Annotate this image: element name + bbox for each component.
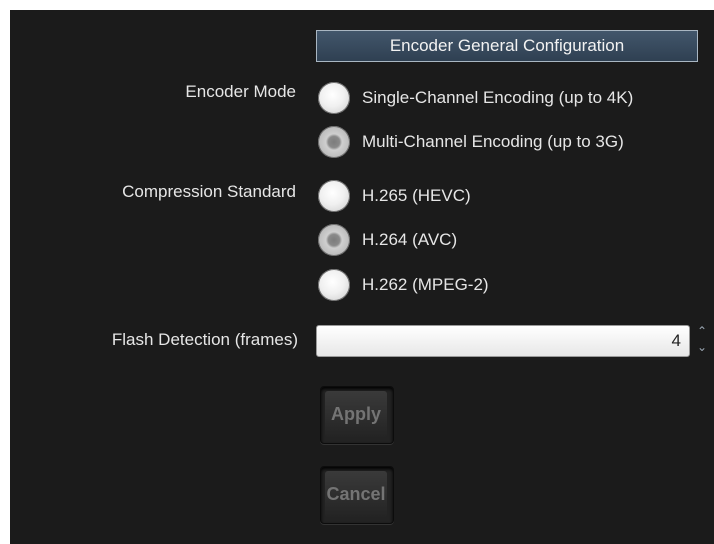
radio-label: H.265 (HEVC)	[362, 186, 471, 205]
radio-button-icon[interactable]	[318, 82, 350, 114]
apply-button[interactable]: Apply	[320, 386, 394, 444]
encoder-config-panel: Encoder General Configuration Encoder Mo…	[10, 10, 714, 544]
radio-button-selected-icon[interactable]	[318, 126, 350, 158]
section-title: Encoder General Configuration	[316, 30, 698, 62]
radio-h265[interactable]: H.265 (HEVC)	[318, 180, 714, 214]
radio-button-icon[interactable]	[318, 269, 350, 301]
flash-detection-label: Flash Detection (frames)	[111, 330, 298, 349]
cancel-button[interactable]: Cancel	[320, 466, 394, 524]
radio-h262[interactable]: H.262 (MPEG-2)	[318, 269, 714, 303]
encoder-mode-label: Encoder Mode	[185, 82, 296, 101]
radio-label: H.262 (MPEG-2)	[362, 275, 489, 294]
radio-single-channel[interactable]: Single-Channel Encoding (up to 4K)	[318, 82, 714, 116]
radio-button-selected-icon[interactable]	[318, 224, 350, 256]
radio-label: Single-Channel Encoding (up to 4K)	[362, 88, 634, 107]
flash-detection-input[interactable]: 4	[316, 325, 690, 357]
radio-h264[interactable]: H.264 (AVC)	[318, 224, 714, 258]
radio-multi-channel[interactable]: Multi-Channel Encoding (up to 3G)	[318, 126, 714, 160]
apply-button-label: Apply	[325, 391, 387, 437]
radio-label: H.264 (AVC)	[362, 230, 458, 249]
spinner-up-icon[interactable]: ⌃	[692, 323, 712, 339]
cancel-button-label: Cancel	[325, 471, 387, 517]
spinner-down-icon[interactable]: ⌄	[692, 339, 712, 355]
spinner-arrows-icon[interactable]: ⌃ ⌄	[692, 323, 712, 359]
radio-button-icon[interactable]	[318, 180, 350, 212]
radio-label: Multi-Channel Encoding (up to 3G)	[362, 132, 624, 151]
compression-standard-label: Compression Standard	[122, 182, 296, 201]
